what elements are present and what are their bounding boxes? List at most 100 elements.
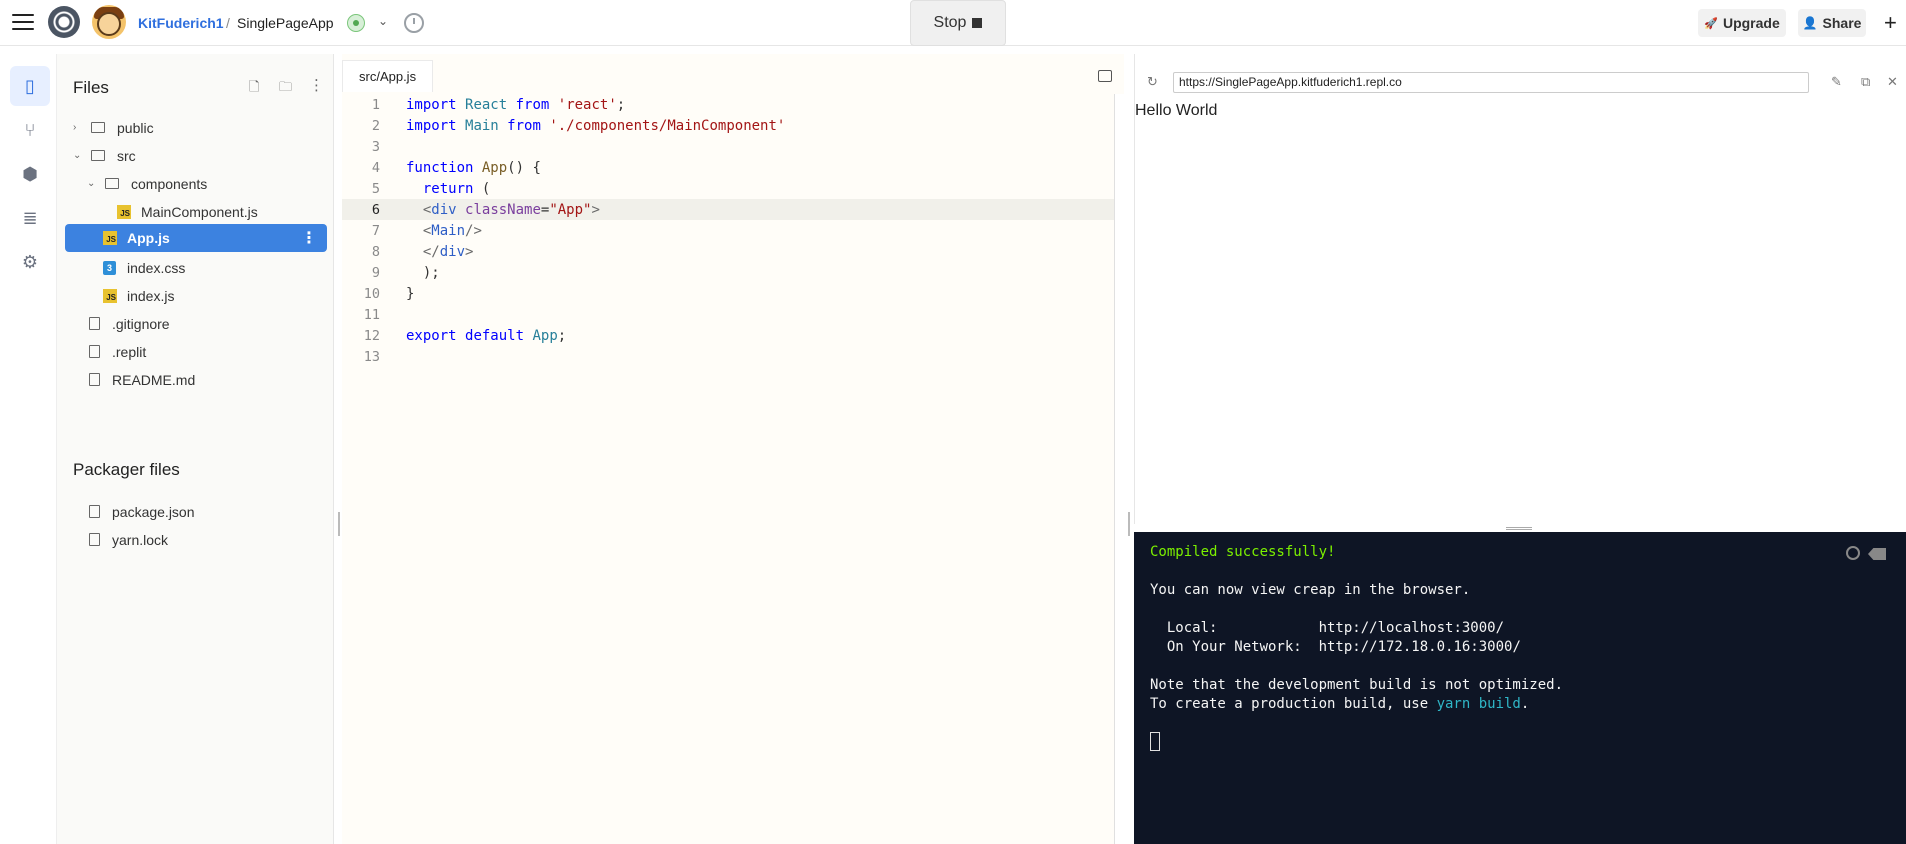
stop-label: Stop — [933, 14, 967, 31]
tree-item-label: .replit — [112, 343, 147, 360]
line-number: 10 — [363, 285, 380, 302]
avatar[interactable] — [92, 5, 126, 39]
database-icon[interactable]: ≣ — [10, 198, 50, 238]
user-link[interactable]: KitFuderich1 — [138, 15, 224, 31]
share-button[interactable]: 👤 Share — [1798, 9, 1866, 37]
edit-pencil-icon[interactable]: ✎ — [1831, 74, 1842, 90]
code-text: return ( — [422, 180, 491, 197]
chevron-down-icon: ⌄ — [87, 178, 96, 189]
environment-icon[interactable] — [347, 14, 365, 32]
breadcrumb-separator: / — [226, 15, 230, 31]
replit-logo-icon[interactable] — [48, 6, 80, 38]
tree-item-label: index.css — [127, 259, 186, 276]
open-new-tab-icon[interactable]: ⧉ — [1861, 74, 1870, 90]
tree-item-label: components — [131, 175, 208, 192]
add-pane-icon[interactable]: + — [1884, 10, 1897, 36]
tree-item-index-css[interactable]: 3 index.css — [65, 252, 327, 283]
note-prefix: To create a production build, use — [1150, 696, 1437, 712]
line-number: 13 — [363, 348, 380, 365]
local-label: Local: — [1150, 620, 1319, 636]
code-line: 9 ); — [342, 262, 1124, 283]
version-control-icon[interactable]: ⑂ — [10, 110, 50, 150]
code-line: 3 — [342, 136, 1124, 157]
tree-item-readme[interactable]: README.md — [65, 364, 327, 395]
code-line: 4 function App() { — [342, 157, 1124, 178]
url-bar[interactable]: https://SinglePageApp.kitfuderich1.repl.… — [1173, 72, 1809, 93]
note-suffix: . — [1520, 696, 1530, 712]
clear-console-icon[interactable] — [1868, 548, 1886, 560]
console-line: On Your Network: http://172.18.0.16:3000… — [1150, 639, 1521, 655]
tree-item-yarn-lock[interactable]: yarn.lock — [65, 524, 327, 555]
code-text: ); — [406, 264, 440, 281]
code-line: 7 <Main/> — [342, 220, 1124, 241]
top-bar: KitFuderich1 / SinglePageApp ⌄ Stop 🚀 Up… — [0, 0, 1906, 46]
code-text: </div> — [422, 243, 474, 260]
tree-item-components[interactable]: ⌄ components — [65, 168, 327, 199]
close-icon[interactable]: ✕ — [1887, 74, 1898, 90]
line-number: 5 — [371, 180, 380, 197]
console-pane[interactable]: Compiled successfully! You can now view … — [1134, 532, 1906, 844]
history-icon[interactable] — [404, 13, 424, 33]
editor-scrollbar[interactable] — [1114, 94, 1124, 844]
files-title: Files — [73, 78, 109, 97]
files-icon[interactable]: ▯ — [10, 66, 50, 106]
pane-resize-handle[interactable] — [1128, 512, 1130, 536]
tree-item-label: .gitignore — [112, 315, 170, 332]
tree-item-maincomponent[interactable]: JS MainComponent.js — [65, 196, 327, 227]
pane-resize-handle[interactable] — [338, 512, 340, 536]
line-number: 8 — [371, 243, 380, 260]
reload-icon[interactable]: ↻ — [1147, 74, 1158, 90]
packages-icon[interactable]: ⬢ — [10, 154, 50, 194]
tree-item-app-js[interactable]: JS App.js ⋮ — [65, 224, 327, 252]
line-number: 7 — [371, 222, 380, 239]
horizontal-resize-handle[interactable] — [1506, 527, 1532, 530]
terminal-cursor — [1150, 732, 1160, 751]
chevron-down-icon[interactable]: ⌄ — [378, 14, 388, 28]
code-line: 13 — [342, 346, 1124, 367]
tab-src-app-js[interactable]: src/App.js — [342, 60, 434, 92]
console-line: Compiled successfully! — [1150, 544, 1336, 560]
new-folder-icon[interactable]: 🗀 — [279, 78, 292, 100]
settings-gear-icon[interactable]: ⚙ — [10, 242, 50, 282]
project-name[interactable]: SinglePageApp — [237, 15, 334, 31]
menu-icon[interactable] — [12, 14, 34, 32]
code-text: } — [406, 285, 415, 302]
tree-item-src[interactable]: ⌄ src — [65, 140, 327, 171]
console-line: You can now view creap in the browser. — [1150, 582, 1471, 598]
yarn-build-command: yarn build — [1436, 696, 1521, 712]
code-editor[interactable]: src/App.js 1 import React from 'react'; 2… — [342, 54, 1124, 844]
code-line: 12 export default App; — [342, 325, 1124, 346]
tree-item-public[interactable]: › public — [65, 112, 327, 143]
new-file-icon[interactable]: 🗋 — [249, 78, 259, 100]
file-icon — [89, 345, 100, 358]
local-url: http://localhost:3000/ — [1318, 620, 1505, 636]
folder-icon — [91, 150, 105, 161]
stop-button[interactable]: Stop — [910, 0, 1006, 46]
tree-item-gitignore[interactable]: .gitignore — [65, 308, 327, 339]
code-line-current: 6 <div className="App"> — [342, 199, 1124, 220]
activity-rail: ▯ ⑂ ⬢ ≣ ⚙ — [0, 54, 52, 844]
share-label: Share — [1822, 15, 1862, 31]
tree-item-package-json[interactable]: package.json — [65, 496, 327, 527]
upgrade-button[interactable]: 🚀 Upgrade — [1698, 9, 1786, 37]
code-line: 5 return ( — [342, 178, 1124, 199]
line-number: 1 — [371, 96, 380, 113]
line-number: 11 — [363, 306, 380, 323]
item-menu-icon[interactable]: ⋮ — [301, 228, 317, 248]
tree-item-index-js[interactable]: JS index.js — [65, 280, 327, 311]
file-icon — [89, 533, 100, 546]
js-file-icon: JS — [117, 204, 131, 219]
rocket-icon: 🚀 — [1704, 17, 1718, 30]
files-menu-icon[interactable]: ⋮ — [309, 76, 324, 94]
file-icon — [89, 317, 100, 330]
line-number: 6 — [371, 201, 380, 218]
code-text: import Main from './components/MainCompo… — [406, 117, 786, 134]
tree-item-label: src — [117, 147, 136, 164]
search-icon[interactable] — [1846, 546, 1860, 560]
tree-item-replit[interactable]: .replit — [65, 336, 327, 367]
files-pane: Files 🗋 🗀 ⋮ › public ⌄ src ⌄ components … — [56, 54, 334, 844]
console-line: Note that the development build is not o… — [1150, 677, 1564, 693]
code-line: 8 </div> — [342, 241, 1124, 262]
chevron-right-icon: › — [73, 122, 77, 133]
editor-settings-icon[interactable] — [1098, 70, 1112, 82]
